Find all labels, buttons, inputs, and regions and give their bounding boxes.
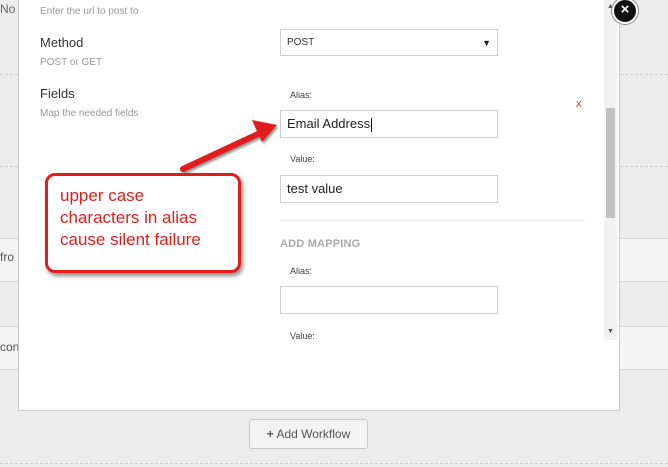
- annotation-line: cause silent failure: [60, 230, 201, 249]
- add-workflow-button[interactable]: + Add Workflow: [249, 419, 368, 449]
- background-partial-label: No: [0, 2, 16, 16]
- method-select-value: POST: [287, 37, 315, 48]
- scroll-down-icon[interactable]: ▼: [606, 327, 615, 337]
- annotation-line: characters in alias: [60, 208, 198, 227]
- alias-label: Alias:: [290, 90, 313, 100]
- text-cursor: [371, 117, 373, 132]
- alias-input-value: Email Address: [287, 116, 371, 131]
- fields-label: Fields: [40, 86, 75, 101]
- remove-mapping-button[interactable]: x: [576, 98, 582, 110]
- new-alias-input[interactable]: [280, 286, 498, 314]
- url-help-text: Enter the url to post to: [40, 6, 139, 17]
- method-select[interactable]: POST ▼: [280, 29, 498, 56]
- value-input[interactable]: test value: [280, 175, 498, 203]
- background-divider: [0, 463, 668, 464]
- alias-input[interactable]: Email Address: [280, 110, 498, 138]
- caret-down-icon: ▼: [482, 38, 491, 48]
- background-row-text: fro: [0, 250, 15, 264]
- plus-icon: +: [266, 427, 274, 441]
- annotation-callout: upper case characters in alias cause sil…: [45, 173, 241, 273]
- modal-content: Enter the url to post to Method POST or …: [19, 0, 601, 340]
- scrollbar-thumb[interactable]: [606, 108, 615, 218]
- background-row-text: con: [0, 340, 20, 354]
- mapping-divider: [280, 220, 585, 221]
- modal-scrollbar[interactable]: ▲ ▼: [604, 0, 617, 340]
- method-help-text: POST or GET: [40, 57, 103, 68]
- new-alias-label: Alias:: [290, 266, 313, 276]
- fields-help-text: Map the needed fields: [40, 108, 139, 119]
- add-mapping-heading: ADD MAPPING: [280, 238, 361, 250]
- annotation-line: upper case: [60, 186, 145, 205]
- value-label: Value:: [290, 154, 315, 164]
- add-workflow-label: Add Workflow: [276, 427, 351, 441]
- method-label: Method: [40, 35, 84, 50]
- value-input-value: test value: [287, 181, 343, 196]
- new-value-label: Value:: [290, 331, 315, 340]
